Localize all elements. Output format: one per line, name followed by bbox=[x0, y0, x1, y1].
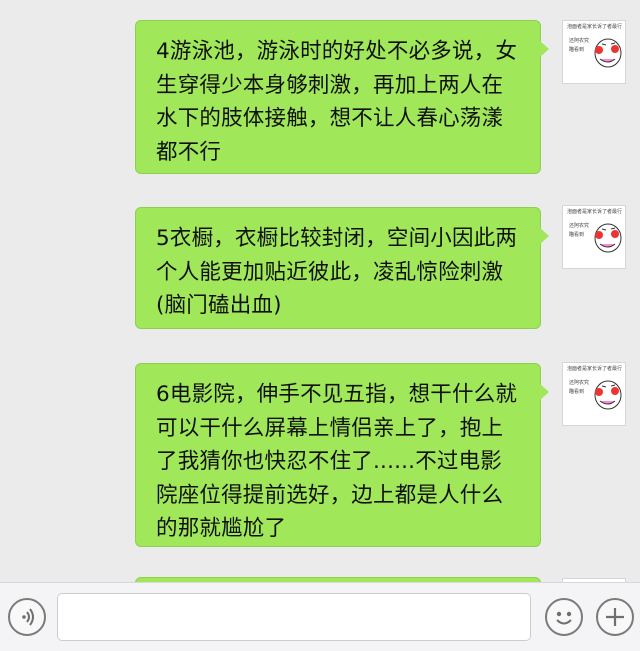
message-bubble[interactable]: 6电影院，伸手不见五指，想干什么就可以干什么屏幕上情侣亲上了，抱上了我猜你也快忍… bbox=[135, 363, 549, 547]
message-bubble[interactable]: 5衣橱，衣橱比较封闭，空间小因此两个人能更加贴近彼此，凌乱惊险刺激(脑门磕出血) bbox=[135, 207, 549, 329]
avatar-line1: 还阿农究 bbox=[569, 223, 590, 229]
voice-button[interactable] bbox=[8, 598, 46, 636]
avatar-caption: 泡面者是家长诉了者最行 bbox=[567, 24, 623, 30]
meme-face-icon bbox=[594, 380, 622, 410]
plus-button[interactable] bbox=[596, 598, 634, 636]
avatar-caption: 泡面者是家长诉了者最行 bbox=[567, 366, 623, 372]
meme-face-avatar[interactable]: 泡面者是家长诉了者最行 还阿农究 瞄看到 bbox=[562, 205, 626, 269]
input-bar bbox=[0, 582, 640, 651]
avatar-caption: 泡面者是家长诉了者最行 bbox=[567, 209, 623, 215]
avatar-line1: 还阿农究 bbox=[569, 380, 590, 386]
meme-face-icon bbox=[594, 38, 622, 68]
avatar-line2: 瞄看到 bbox=[569, 232, 585, 238]
voice-icon bbox=[22, 608, 34, 626]
emoji-button[interactable] bbox=[545, 598, 583, 636]
avatar-line2: 瞄看到 bbox=[569, 389, 585, 395]
chat-area[interactable]: 4游泳池，游泳时的好处不必多说，女生穿得少本身够刺激，再加上两人在水下的肢体接触… bbox=[0, 0, 640, 582]
meme-face-avatar[interactable]: 泡面者是家长诉了者最行 还阿农究 瞄看到 bbox=[562, 20, 626, 84]
meme-face-icon bbox=[594, 223, 622, 253]
avatar-line2: 瞄看到 bbox=[569, 47, 585, 53]
emoji-icon bbox=[556, 611, 572, 625]
meme-face-avatar[interactable]: 泡面者是家长诉了者最行 还阿农究 瞄看到 bbox=[562, 362, 626, 426]
avatar-line1: 还阿农究 bbox=[569, 38, 590, 44]
message-bubble[interactable]: 4游泳池，游泳时的好处不必多说，女生穿得少本身够刺激，再加上两人在水下的肢体接触… bbox=[135, 20, 549, 174]
message-input[interactable] bbox=[57, 593, 531, 641]
plus-icon bbox=[606, 608, 624, 626]
